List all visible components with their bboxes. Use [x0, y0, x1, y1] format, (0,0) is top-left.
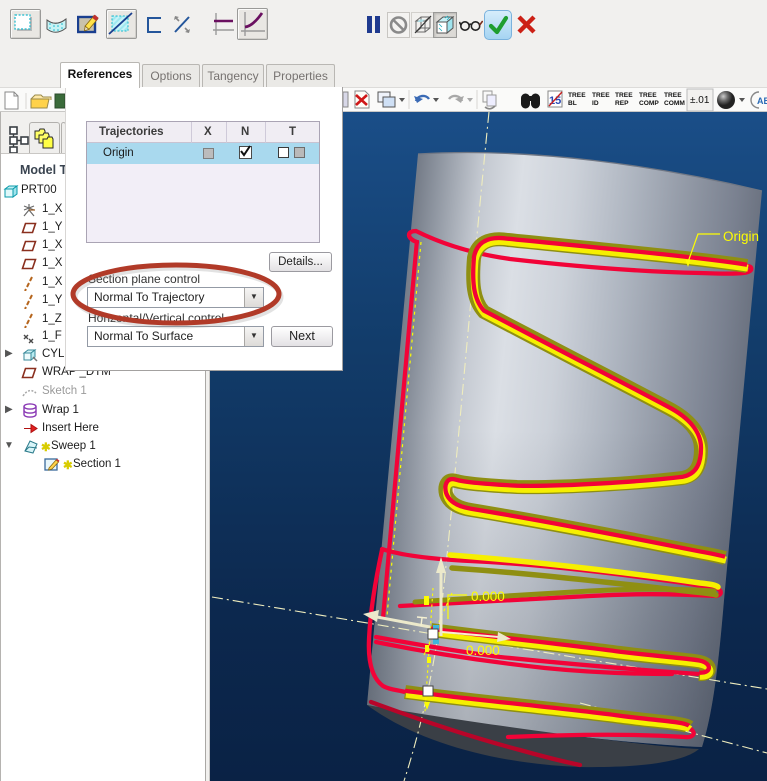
svg-text:TREE: TREE: [592, 92, 610, 99]
svg-text:TREE: TREE: [615, 92, 633, 99]
svg-text:TREE: TREE: [639, 92, 657, 99]
svg-text:AB: AB: [757, 96, 767, 106]
svg-text:TREE: TREE: [568, 92, 586, 99]
svg-text:COMM: COMM: [664, 100, 685, 107]
svg-text:15: 15: [549, 95, 561, 107]
svg-text:BL: BL: [568, 100, 577, 107]
svg-text:0.000: 0.000: [466, 643, 500, 658]
svg-text:Origin: Origin: [723, 229, 759, 244]
svg-text:REP: REP: [615, 100, 629, 107]
svg-text:ID: ID: [592, 100, 599, 107]
svg-text:0.000: 0.000: [471, 589, 505, 604]
svg-text:TREE: TREE: [664, 92, 682, 99]
svg-text:COMP: COMP: [639, 100, 659, 107]
svg-text:±.01: ±.01: [690, 95, 710, 106]
